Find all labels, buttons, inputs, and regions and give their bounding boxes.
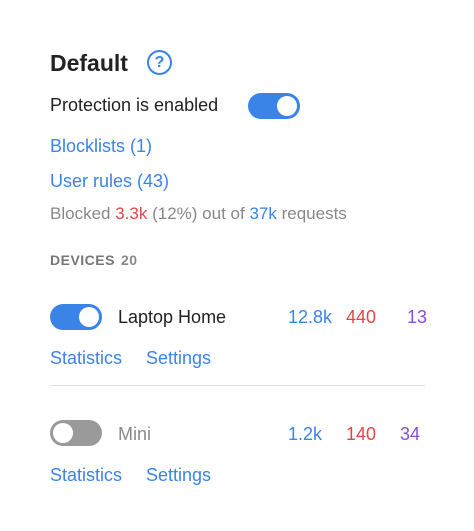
protection-toggle[interactable] (248, 93, 300, 119)
divider (50, 385, 425, 386)
summary-suffix: requests (281, 204, 347, 223)
device-stat-blocked: 440 (346, 307, 377, 327)
devices-heading: DEVICES 20 (50, 252, 138, 268)
help-circle-icon[interactable]: ? (147, 50, 172, 75)
device-stat-blocked: 140 (346, 424, 377, 444)
device-stat-requests: 12.8k (288, 307, 333, 327)
device-statistics-link[interactable]: Statistics (50, 465, 122, 486)
blocked-count: 3.3k (115, 204, 148, 223)
device-statistics-link[interactable]: Statistics (50, 348, 122, 369)
summary-prefix: Blocked (50, 204, 111, 223)
protection-label: Protection is enabled (50, 95, 219, 115)
blocked-summary: Blocked 3.3k (12%) out of 37k requests (50, 204, 347, 224)
device-stat-other: 13 (407, 307, 428, 327)
toggle-knob (79, 307, 99, 327)
devices-count: 20 (120, 252, 138, 268)
device-toggle-laptop-home[interactable] (50, 304, 102, 330)
device-settings-link[interactable]: Settings (146, 348, 211, 369)
toggle-knob (53, 423, 73, 443)
toggle-knob (277, 96, 297, 116)
device-name[interactable]: Laptop Home (118, 307, 226, 328)
device-stat-requests: 1.2k (288, 424, 323, 444)
device-name[interactable]: Mini (118, 424, 151, 445)
device-stat-other: 34 (400, 424, 421, 444)
devices-label: DEVICES (50, 252, 115, 268)
blocklists-link[interactable]: Blocklists (1) (50, 136, 152, 157)
user-rules-link[interactable]: User rules (43) (50, 171, 169, 192)
page-title: Default (50, 50, 128, 76)
summary-percent: (12%) out of (152, 204, 245, 223)
total-requests: 37k (249, 204, 277, 223)
device-settings-link[interactable]: Settings (146, 465, 211, 486)
device-toggle-mini[interactable] (50, 420, 102, 446)
